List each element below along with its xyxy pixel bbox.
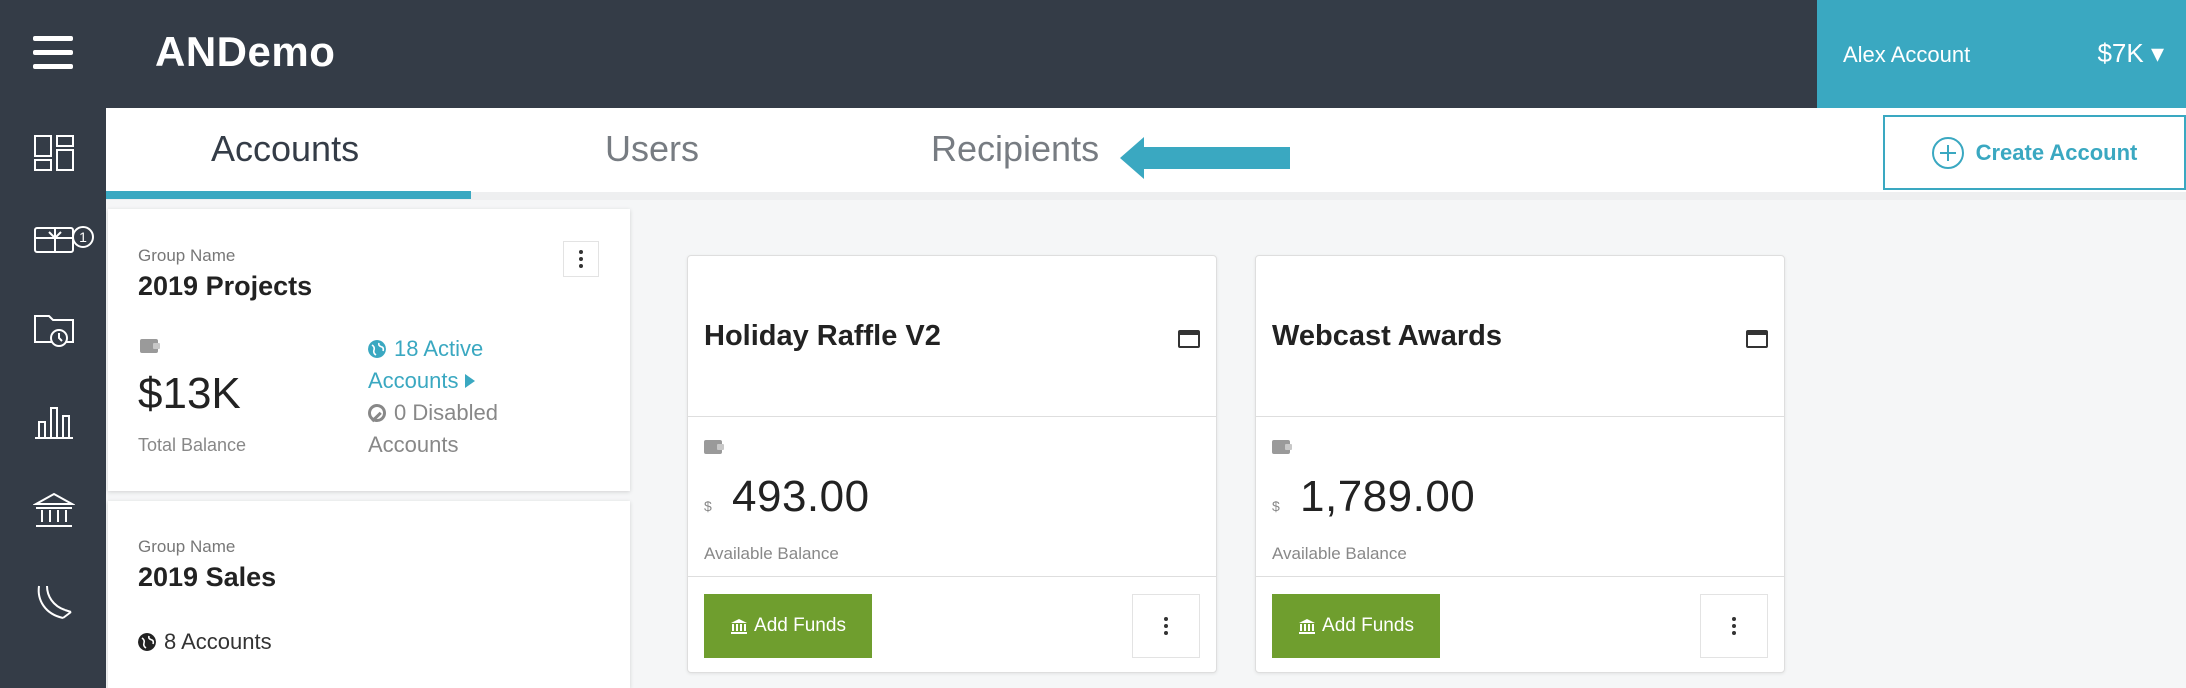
account-card[interactable]: Webcast Awards $ 1,789.00 Available Bala… — [1255, 255, 1785, 673]
currency-symbol: $ — [1272, 498, 1280, 514]
available-balance-label: Available Balance — [1272, 544, 1407, 563]
divider — [688, 576, 1216, 577]
total-balance-label: Total Balance — [138, 435, 247, 455]
divider — [1256, 576, 1784, 577]
disabled-accounts-text: 0 Disabled Accounts — [368, 400, 498, 457]
divider — [1256, 416, 1784, 417]
gift-card-icon[interactable] — [33, 218, 75, 260]
active-accounts-link[interactable]: 18 Active Accounts — [368, 333, 568, 397]
group-name: 2019 Sales — [138, 562, 277, 592]
group-label: Group Name — [138, 246, 236, 265]
account-name: Alex Account — [1843, 42, 1971, 67]
tab-accounts[interactable]: Accounts — [211, 128, 359, 170]
bar-chart-icon[interactable] — [33, 400, 75, 442]
bank-icon[interactable] — [32, 490, 76, 532]
wallet-icon — [704, 440, 724, 454]
tab-users[interactable]: Users — [605, 128, 699, 170]
group-options-button[interactable] — [563, 241, 599, 277]
available-balance-amount: 1,789.00 — [1300, 472, 1476, 521]
dashboard-icon[interactable] — [33, 132, 75, 174]
wallet-icon — [1272, 440, 1292, 454]
menu-icon[interactable] — [33, 36, 73, 70]
account-balance: $7K ▾ — [2097, 38, 2164, 68]
tab-recipients[interactable]: Recipients — [931, 128, 1099, 170]
disabled-accounts: 0 Disabled Accounts — [368, 397, 568, 461]
account-options-button[interactable] — [1700, 594, 1768, 658]
account-options-button[interactable] — [1132, 594, 1200, 658]
add-funds-label: Add Funds — [1322, 615, 1414, 636]
currency-symbol: $ — [704, 498, 712, 514]
plus-circle-icon — [1931, 136, 1964, 169]
group-accounts-text: 8 Accounts — [164, 629, 272, 654]
group-label: Group Name — [138, 537, 236, 556]
account-name: Webcast Awards — [1272, 320, 1502, 352]
app-title: ANDemo — [155, 28, 336, 75]
notification-badge: 1 — [72, 226, 94, 248]
scheduled-folder-icon[interactable] — [33, 308, 75, 350]
available-balance-label: Available Balance — [704, 544, 839, 563]
group-card: Group Name 2019 Sales 8 Accounts — [108, 501, 630, 688]
ban-icon — [368, 404, 386, 422]
account-menu[interactable]: Alex Account $7K ▾ — [1817, 0, 2186, 108]
support-icon[interactable] — [33, 580, 75, 622]
group-card: Group Name 2019 Projects $13K Total Bala… — [108, 209, 630, 491]
create-account-button[interactable]: Create Account — [1883, 115, 2186, 190]
pointer-arrow-icon — [1120, 137, 1290, 179]
group-accounts-count: 8 Accounts — [138, 629, 272, 655]
card-icon[interactable] — [1746, 330, 1768, 348]
bank-icon — [1299, 619, 1316, 634]
add-funds-label: Add Funds — [754, 615, 846, 636]
account-card[interactable]: Holiday Raffle V2 $ 493.00 Available Bal… — [687, 255, 1217, 673]
group-total-balance: $13K — [138, 369, 241, 418]
globe-icon — [368, 340, 386, 358]
account-name: Holiday Raffle V2 — [704, 320, 941, 352]
caret-right-icon — [464, 374, 475, 388]
active-tab-indicator — [106, 191, 471, 199]
card-icon[interactable] — [1178, 330, 1200, 348]
group-name: 2019 Projects — [138, 271, 313, 301]
top-header: ANDemo Alex Account $7K ▾ — [0, 0, 2186, 108]
add-funds-button[interactable]: Add Funds — [1272, 594, 1440, 658]
wallet-icon — [140, 339, 160, 353]
globe-icon — [138, 633, 156, 651]
available-balance-amount: 493.00 — [732, 472, 870, 521]
bank-icon — [731, 619, 748, 634]
divider — [688, 416, 1216, 417]
add-funds-button[interactable]: Add Funds — [704, 594, 872, 658]
create-account-label: Create Account — [1975, 139, 2138, 165]
sidebar — [0, 108, 106, 688]
